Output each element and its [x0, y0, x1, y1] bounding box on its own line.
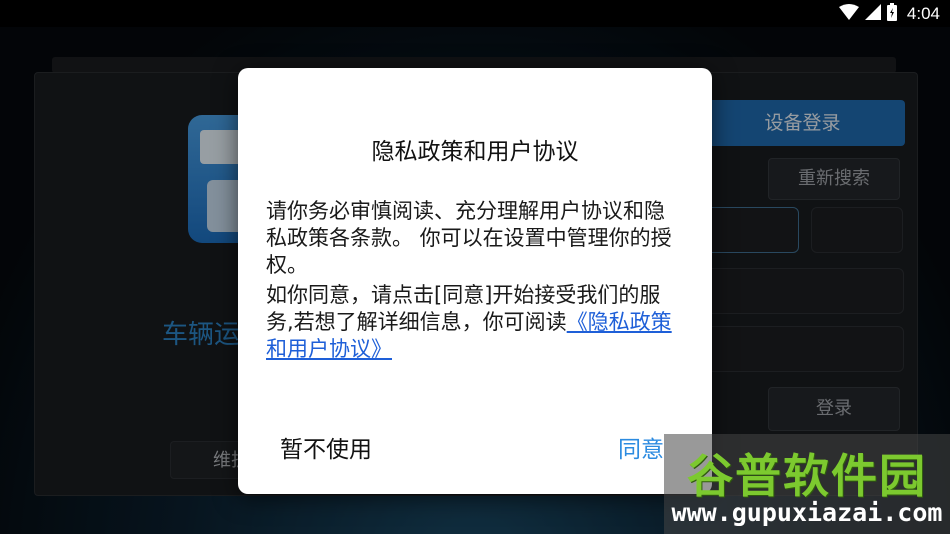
agree-button[interactable]: 同意	[618, 430, 664, 464]
dialog-body: 请你务必审慎阅读、充分理解用户协议和隐私政策各条款。 你可以在设置中管理你的授权…	[266, 198, 684, 363]
watermark-url: www.gupuxiazai.com	[671, 498, 943, 527]
decline-button[interactable]: 暂不使用	[280, 430, 372, 464]
wifi-icon	[838, 3, 859, 24]
status-time: 4:04	[906, 3, 940, 23]
battery-icon	[886, 2, 897, 25]
privacy-dialog: 隐私政策和用户协议 请你务必审慎阅读、充分理解用户协议和隐私政策各条款。 你可以…	[238, 68, 712, 494]
watermark-brand: 谷普软件园	[687, 449, 927, 503]
status-icons: 4:04	[838, 2, 940, 25]
watermark: 谷普软件园 www.gupuxiazai.com	[664, 434, 950, 534]
dialog-paragraph-1: 请你务必审慎阅读、充分理解用户协议和隐私政策各条款。 你可以在设置中管理你的授权…	[266, 199, 672, 277]
cell-signal-icon	[864, 3, 881, 24]
dialog-title: 隐私政策和用户协议	[371, 139, 579, 165]
dialog-paragraph-2: 如你同意，请点击[同意]开始接受我们的服务,若想了解详细信息，你可阅读《隐私政策…	[266, 282, 684, 363]
status-bar: 4:04	[0, 0, 950, 27]
